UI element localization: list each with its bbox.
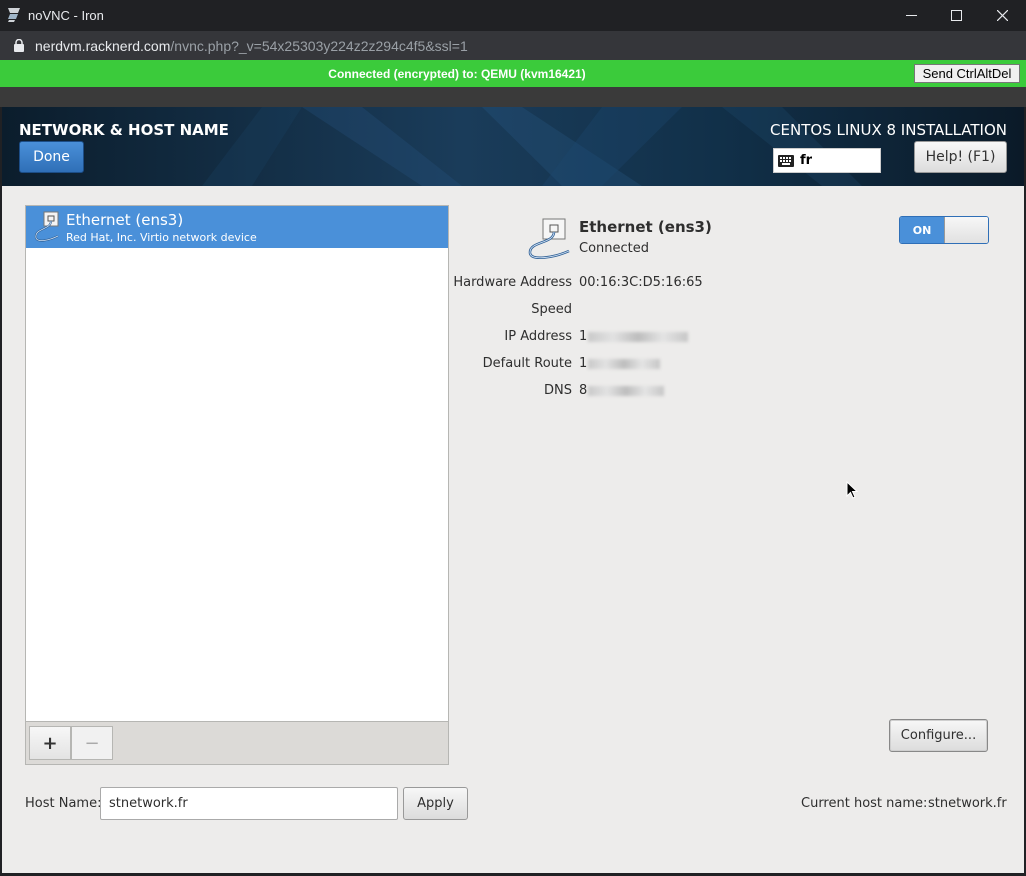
info-row-speed: Speed: [442, 302, 1002, 320]
installer-screen: NETWORK & HOST NAME Done CENTOS LINUX 8 …: [2, 107, 1024, 873]
help-button[interactable]: Help! (F1): [914, 141, 1007, 173]
current-host-name-label: Current host name:: [801, 796, 928, 811]
selected-device-name: Ethernet (ens3): [579, 218, 712, 236]
address-bar[interactable]: nerdvm.racknerd.com/nvnc.php?_v=54x25303…: [0, 31, 1026, 60]
info-label: IP Address: [504, 329, 572, 344]
device-description: Red Hat, Inc. Virtio network device: [66, 231, 257, 244]
installation-title: CENTOS LINUX 8 INSTALLATION: [770, 121, 1007, 139]
send-ctrl-alt-del-button[interactable]: Send CtrlAltDel: [914, 64, 1020, 83]
toggle-knob: [944, 217, 988, 243]
apply-button[interactable]: Apply: [403, 787, 468, 820]
keyboard-layout-label: fr: [800, 153, 813, 168]
info-value-redacted: 1: [579, 329, 689, 344]
info-value-redacted: 8: [579, 383, 665, 398]
done-button[interactable]: Done: [19, 141, 84, 173]
current-host-name-value: stnetwork.fr: [928, 796, 1007, 811]
device-on-off-toggle[interactable]: ON: [899, 216, 989, 244]
maximize-icon: [950, 10, 962, 21]
info-row-default-route: Default Route 1: [442, 356, 1002, 374]
info-label: Speed: [531, 302, 572, 317]
ethernet-icon-large: [528, 218, 570, 259]
vnc-spacer: [0, 87, 1026, 107]
info-value-visible: 1: [579, 356, 588, 371]
vnc-status-bar: Connected (encrypted) to: QEMU (kvm16421…: [0, 60, 1026, 87]
ethernet-icon: [34, 211, 59, 242]
connection-status: Connected: [579, 241, 650, 256]
info-label: Hardware Address: [453, 275, 572, 290]
redaction-blur: [588, 385, 665, 396]
installer-header: NETWORK & HOST NAME Done CENTOS LINUX 8 …: [2, 107, 1024, 186]
window-title: noVNC - Iron: [28, 8, 104, 23]
maximize-button[interactable]: [933, 0, 979, 31]
info-label: DNS: [544, 383, 572, 398]
toggle-on-label: ON: [900, 217, 944, 243]
close-icon: [996, 10, 1008, 21]
info-label: Default Route: [482, 356, 572, 371]
vnc-connection-status: Connected (encrypted) to: QEMU (kvm16421…: [328, 67, 586, 81]
browser-title-bar: noVNC - Iron: [0, 0, 1026, 31]
redaction-blur: [588, 358, 661, 369]
list-item-ethernet-ens3[interactable]: Ethernet (ens3) Red Hat, Inc. Virtio net…: [26, 206, 448, 248]
url-text[interactable]: nerdvm.racknerd.com/nvnc.php?_v=54x25303…: [35, 38, 468, 54]
close-button[interactable]: [979, 0, 1025, 31]
redaction-blur: [588, 331, 689, 342]
info-row-dns: DNS 8: [442, 383, 1002, 401]
info-value-visible: 1: [579, 329, 588, 344]
info-value: 00:16:3C:D5:16:65: [579, 275, 703, 290]
url-host: nerdvm.racknerd.com: [35, 38, 171, 54]
remove-device-button[interactable]: −: [71, 726, 113, 760]
minimize-icon: [905, 14, 917, 16]
page-title: NETWORK & HOST NAME: [19, 121, 229, 139]
info-value-redacted: 1: [579, 356, 661, 371]
host-name-label: Host Name:: [25, 796, 102, 811]
device-name: Ethernet (ens3): [66, 211, 184, 229]
mouse-cursor-icon: [846, 481, 858, 499]
info-row-ip-address: IP Address 1: [442, 329, 1002, 347]
iron-browser-logo-icon: [8, 8, 20, 22]
keyboard-icon: [778, 154, 794, 167]
info-value-visible: 8: [579, 383, 588, 398]
device-list-toolbar: + −: [25, 721, 449, 765]
url-path: /nvnc.php?_v=54x25303y224z2z294c4f5&ssl=…: [170, 38, 468, 54]
header-decoration: [202, 107, 862, 186]
minimize-button[interactable]: [888, 0, 934, 31]
host-name-input[interactable]: [100, 787, 398, 820]
keyboard-layout-indicator[interactable]: fr: [773, 148, 881, 173]
lock-icon: [14, 39, 24, 52]
configure-button[interactable]: Configure...: [889, 719, 988, 752]
add-device-button[interactable]: +: [29, 726, 71, 760]
network-device-list: Ethernet (ens3) Red Hat, Inc. Virtio net…: [25, 205, 449, 765]
info-row-hardware-address: Hardware Address 00:16:3C:D5:16:65: [442, 275, 1002, 293]
